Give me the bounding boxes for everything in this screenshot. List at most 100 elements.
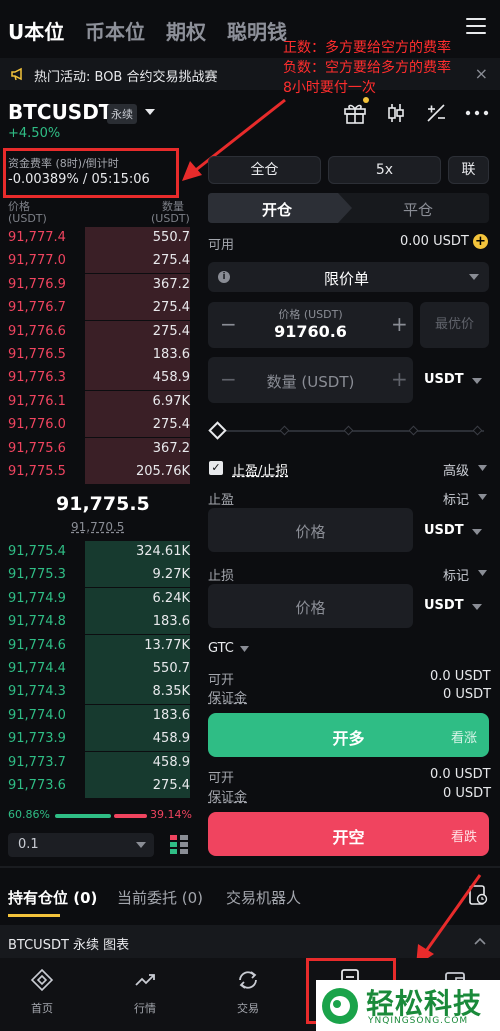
funding-rate-value: -0.00389% / 05:15:06 (8, 172, 150, 187)
bid-price: 91,774.9 (8, 590, 66, 606)
price-input-value: 91760.6 (274, 322, 347, 341)
bid-row[interactable]: 91,775.4 324.61K (0, 541, 200, 564)
ask-row[interactable]: 91,777.4 550.7 (0, 227, 200, 250)
ask-row[interactable]: 91,776.3 458.9 (0, 367, 200, 391)
slider-step-marker[interactable] (343, 425, 354, 436)
bid-row[interactable]: 91,774.9 6.24K (0, 587, 200, 611)
slider-step-marker[interactable] (408, 425, 419, 436)
margin-mode-button[interactable]: 全仓 (208, 156, 321, 184)
ask-price: 91,776.1 (8, 393, 66, 409)
bid-row[interactable]: 91,773.7 458.9 (0, 751, 200, 775)
info-icon[interactable]: i (218, 271, 230, 283)
tab-positions[interactable]: 持有仓位 (0) (8, 887, 97, 908)
slider-step-marker[interactable] (279, 425, 290, 436)
symbol-name[interactable]: BTCUSDT (8, 100, 112, 124)
tab-coin-margined[interactable]: 币本位 (85, 16, 145, 45)
more-icon[interactable] (465, 110, 489, 116)
take-profit-unit[interactable]: USDT (424, 523, 464, 538)
tab-open-orders[interactable]: 当前委托 (0) (117, 887, 203, 908)
ask-price: 91,777.0 (8, 253, 66, 269)
bid-row[interactable]: 91,774.3 8.35K (0, 681, 200, 705)
advanced-select[interactable]: 高级 (443, 460, 469, 479)
sl-trigger-select[interactable]: 标记 (443, 565, 469, 584)
chevron-down-icon[interactable] (478, 570, 487, 576)
chevron-down-icon[interactable] (478, 494, 487, 500)
time-in-force-select[interactable]: GTC (208, 641, 234, 656)
bid-row[interactable]: 91,774.4 550.7 (0, 658, 200, 681)
chevron-down-icon[interactable] (144, 108, 156, 116)
stop-loss-input[interactable]: 价格 (208, 584, 413, 628)
nav-trade[interactable]: 交易 (213, 968, 283, 1016)
increase-price-button[interactable]: + (391, 312, 408, 336)
tpsl-checkbox[interactable]: ✓ (209, 461, 223, 475)
increase-quantity-button[interactable]: + (391, 367, 408, 391)
quantity-unit-select[interactable]: USDT (420, 357, 489, 403)
chevron-down-icon[interactable] (472, 604, 482, 610)
slider-step-marker[interactable] (472, 425, 483, 436)
tab-close-position[interactable]: 平仓 (403, 199, 433, 220)
bid-quantity: 13.77K (144, 637, 190, 653)
ask-price: 91,776.6 (8, 323, 66, 339)
tab-smart-money[interactable]: 聪明钱 (227, 16, 287, 45)
bid-price: 91,774.4 (8, 661, 66, 676)
ask-row[interactable]: 91,775.6 367.2 (0, 437, 200, 461)
ask-row[interactable]: 91,776.5 183.6 (0, 344, 200, 367)
bid-price: 91,774.3 (8, 684, 66, 700)
ask-row[interactable]: 91,776.7 275.4 (0, 297, 200, 321)
chevron-down-icon[interactable] (478, 465, 487, 471)
tab-options[interactable]: 期权 (166, 16, 206, 45)
gift-icon[interactable] (343, 102, 367, 124)
chevron-down-icon (469, 274, 479, 280)
stop-loss-unit[interactable]: USDT (424, 598, 464, 613)
short-margin-label[interactable]: 保证金 (208, 786, 247, 805)
open-short-button[interactable]: 开空 看跌 (208, 812, 489, 856)
best-price-button[interactable]: 最优价 (420, 302, 489, 348)
add-funds-icon[interactable]: + (473, 234, 488, 249)
chevron-down-icon[interactable] (240, 646, 249, 652)
nav-home[interactable]: 首页 (7, 968, 77, 1016)
tpsl-label[interactable]: 止盈/止损 (232, 460, 288, 479)
bid-row[interactable]: 91,775.3 9.27K (0, 564, 200, 588)
candlestick-icon[interactable] (385, 102, 407, 124)
precision-select[interactable]: 0.1 (8, 833, 154, 857)
ask-row[interactable]: 91,775.5 205.76K (0, 461, 200, 484)
take-profit-input[interactable]: 价格 (208, 508, 413, 552)
bid-row[interactable]: 91,774.6 13.77K (0, 634, 200, 658)
chart-bar-label: BTCUSDT 永续 图表 (8, 938, 130, 953)
quantity-slider-handle[interactable] (208, 421, 227, 440)
tab-trading-bots[interactable]: 交易机器人 (226, 887, 301, 908)
tab-usdt-margined[interactable]: U本位 (8, 16, 64, 45)
bid-row[interactable]: 91,774.0 183.6 (0, 704, 200, 728)
ask-quantity: 275.4 (152, 253, 190, 269)
order-type-select[interactable]: i 限价单 (208, 262, 489, 292)
orderbook-layout-icon[interactable] (170, 835, 188, 855)
nav-markets[interactable]: 行情 (110, 968, 180, 1016)
ask-quantity: 458.9 (152, 370, 190, 386)
menu-icon[interactable] (466, 18, 486, 36)
long-margin-label[interactable]: 保证金 (208, 687, 247, 706)
bid-row[interactable]: 91,773.9 458.9 (0, 728, 200, 752)
calculator-icon[interactable] (425, 102, 447, 124)
mark-price[interactable]: 91,770.5 (71, 520, 124, 534)
close-icon[interactable]: × (475, 64, 488, 83)
ask-price: 91,776.0 (8, 417, 66, 433)
short-margin-value: 0 USDT (443, 786, 492, 801)
ask-price: 91,776.9 (8, 276, 66, 292)
linked-button[interactable]: 联 (448, 156, 489, 184)
ask-row[interactable]: 91,776.6 275.4 (0, 320, 200, 344)
bid-row[interactable]: 91,774.8 183.6 (0, 611, 200, 635)
chevron-down-icon[interactable] (472, 529, 482, 535)
ask-row[interactable]: 91,776.0 275.4 (0, 414, 200, 438)
leverage-button[interactable]: 5x (328, 156, 441, 184)
ask-quantity: 367.2 (152, 276, 190, 292)
open-long-button[interactable]: 开多 看涨 (208, 713, 489, 757)
bid-price: 91,773.9 (8, 731, 66, 747)
bid-row[interactable]: 91,773.6 275.4 (0, 775, 200, 798)
price-input[interactable]: − 价格 (USDT) 91760.6 + (208, 302, 413, 348)
tp-trigger-select[interactable]: 标记 (443, 489, 469, 508)
ask-row[interactable]: 91,776.1 6.97K (0, 390, 200, 414)
quantity-input[interactable]: − 数量 (USDT) + (208, 357, 413, 403)
tab-open-position[interactable]: 开仓 (262, 199, 292, 220)
ask-row[interactable]: 91,776.9 367.2 (0, 273, 200, 297)
ask-row[interactable]: 91,777.0 275.4 (0, 250, 200, 274)
